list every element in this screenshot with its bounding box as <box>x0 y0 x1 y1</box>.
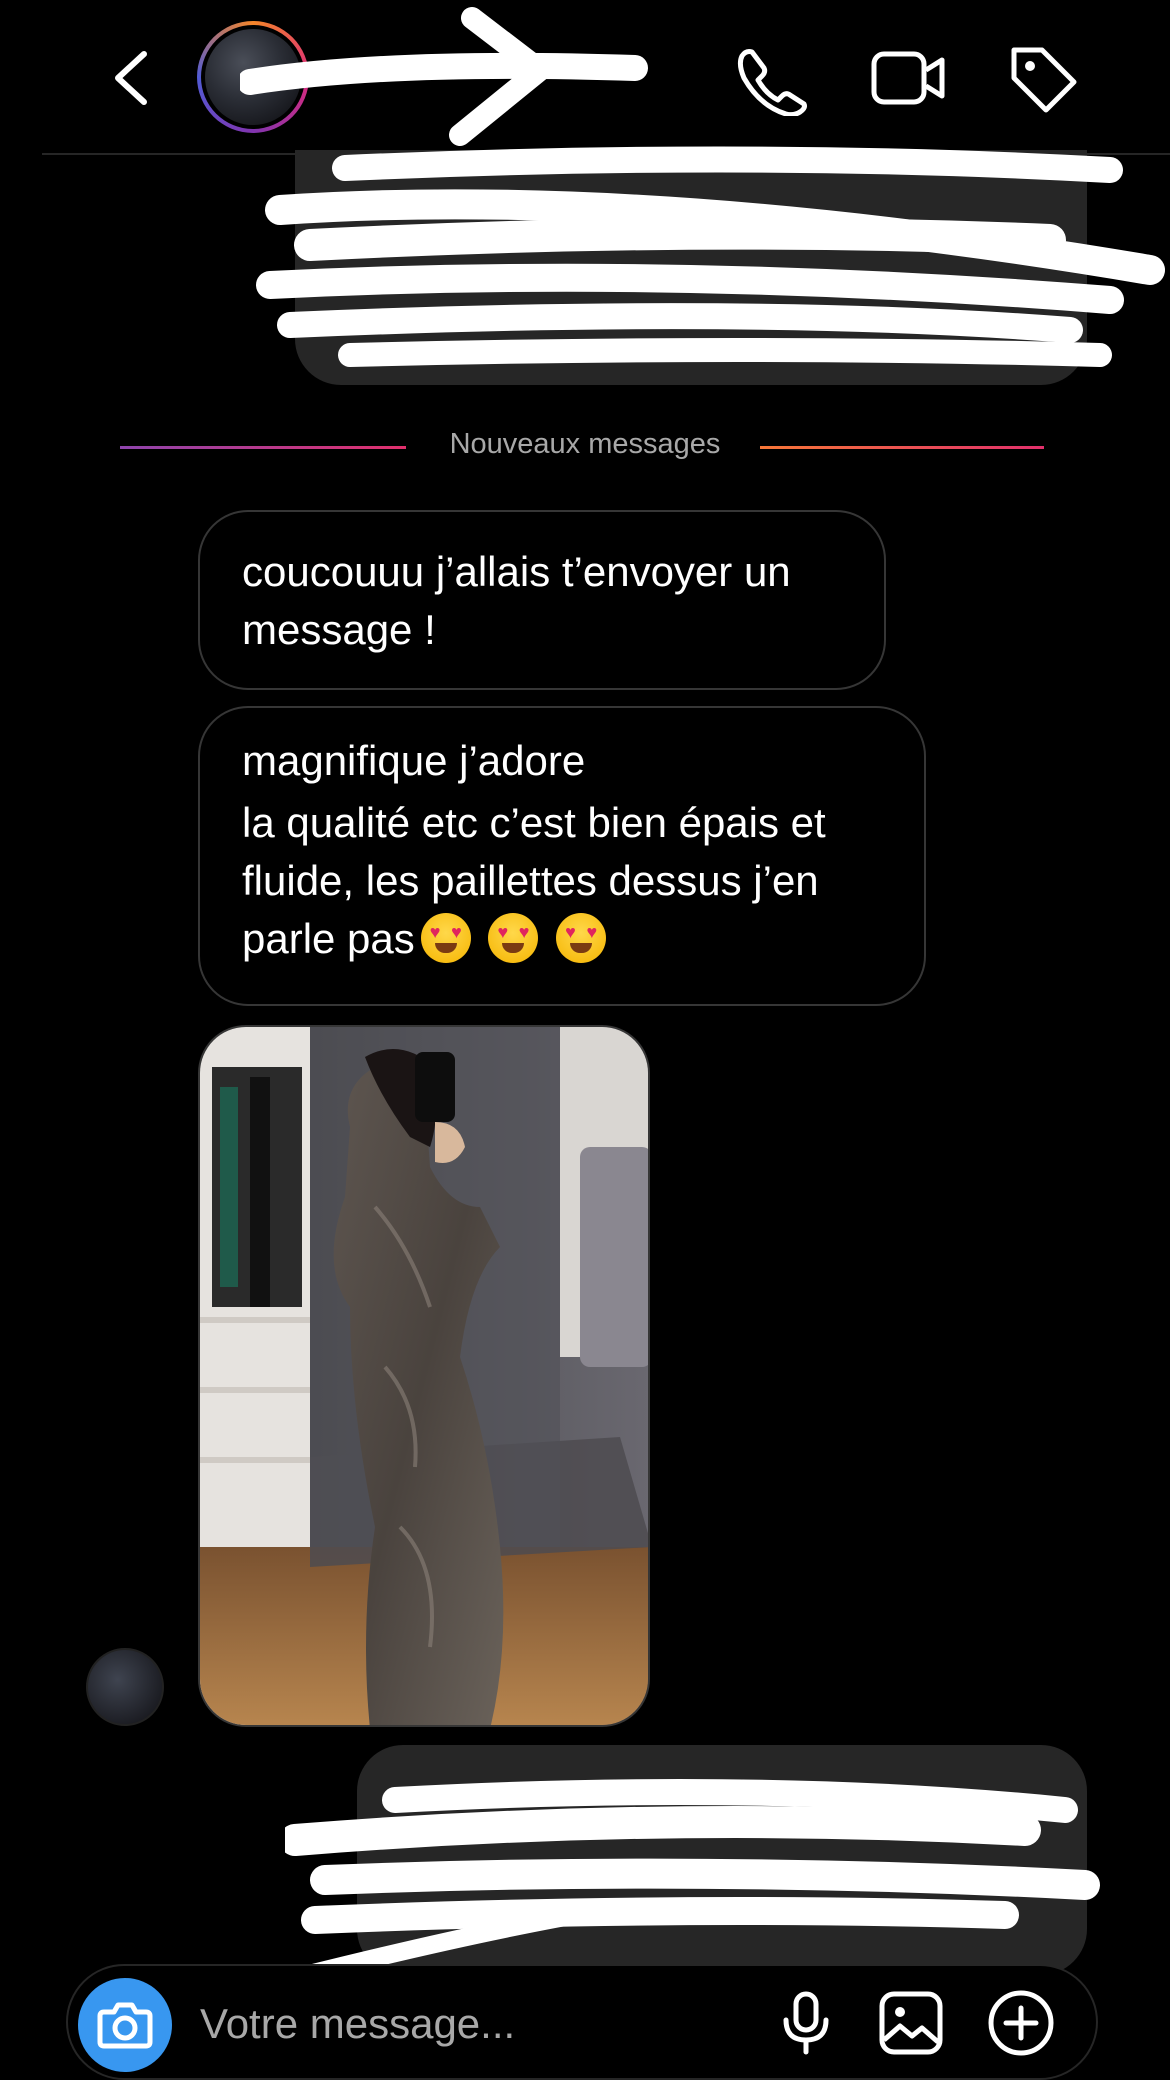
video-camera-icon <box>871 51 945 105</box>
video-call-button[interactable] <box>868 40 948 116</box>
message-bubble[interactable]: magnifique j’adore la qualité etc c’est … <box>198 706 926 1006</box>
plus-circle-icon <box>988 1990 1054 2056</box>
chevron-left-icon <box>115 51 147 105</box>
phone-icon <box>737 49 807 118</box>
redaction-scribble <box>256 146 1165 367</box>
heart-eyes-emoji-icon <box>420 913 471 963</box>
chat-header <box>0 0 1170 155</box>
tag-icon <box>1011 47 1077 113</box>
photo-message[interactable] <box>198 1025 650 1727</box>
camera-button[interactable] <box>78 1978 172 2072</box>
heart-eyes-emoji-icon <box>488 913 539 963</box>
camera-icon <box>97 2002 153 2049</box>
message-bubble[interactable]: coucouuu j’allais t’envoyer un message ! <box>198 510 886 690</box>
voice-message-button[interactable] <box>778 1990 834 2056</box>
message-text: coucouuu j’allais t’envoyer un message ! <box>242 548 791 653</box>
add-content-button[interactable] <box>986 1988 1056 2058</box>
separator-line-right <box>760 446 1044 449</box>
message-body: la qualité etc c’est bien épais et fluid… <box>242 794 882 968</box>
message-first-line: magnifique j’adore <box>242 737 586 784</box>
new-messages-separator: Nouveaux messages <box>449 428 721 460</box>
back-button[interactable] <box>108 48 158 108</box>
mirror-selfie-photo <box>200 1027 648 1725</box>
microphone-icon <box>783 1991 829 2055</box>
call-button[interactable] <box>730 40 810 118</box>
redaction-scribble <box>240 7 648 146</box>
redaction-scribble <box>285 1779 1100 1984</box>
gallery-button[interactable] <box>878 1990 944 2056</box>
image-icon <box>879 1991 943 2055</box>
message-input[interactable]: Votre message... <box>200 2000 515 2048</box>
heart-eyes-emoji-icon <box>556 913 607 963</box>
tag-button[interactable] <box>1002 40 1082 116</box>
sender-avatar[interactable] <box>86 1648 164 1726</box>
